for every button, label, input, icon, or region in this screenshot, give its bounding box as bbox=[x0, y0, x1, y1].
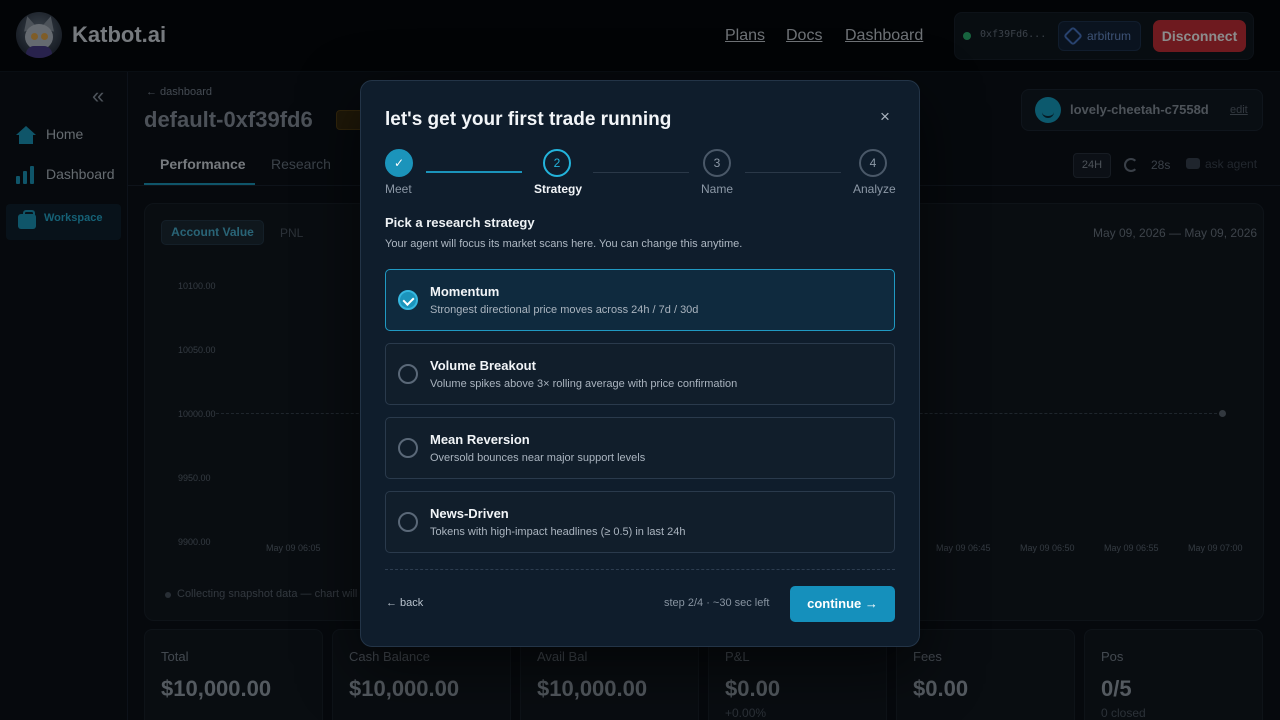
option-name: Volume Breakout bbox=[430, 358, 536, 373]
modal-divider bbox=[385, 569, 895, 570]
step-2-indicator: 2 bbox=[543, 149, 571, 177]
step-connector-done bbox=[426, 171, 522, 173]
option-description: Oversold bounces near major support leve… bbox=[430, 452, 646, 464]
step-connector bbox=[593, 172, 689, 173]
radio-unchecked-icon[interactable] bbox=[398, 438, 418, 458]
continue-button[interactable]: continue → bbox=[790, 586, 895, 622]
option-name: Mean Reversion bbox=[430, 432, 530, 447]
strategy-option-volume-breakout[interactable] bbox=[385, 343, 895, 405]
step-label-meet: Meet bbox=[385, 182, 412, 196]
step-label-name: Name bbox=[701, 182, 734, 196]
option-description: Volume spikes above 3× rolling average w… bbox=[430, 378, 738, 390]
section-title: Pick a research strategy bbox=[385, 215, 535, 230]
option-description: Tokens with high-impact headlines (≥ 0.5… bbox=[430, 526, 686, 538]
step-progress-text: step 2/4 · ~30 sec left bbox=[664, 597, 770, 609]
radio-unchecked-icon[interactable] bbox=[398, 512, 418, 532]
step-1-check-icon: ✓ bbox=[385, 149, 413, 177]
step-4-indicator: 4 bbox=[859, 149, 887, 177]
step-connector bbox=[745, 172, 841, 173]
option-description: Strongest directional price moves across… bbox=[430, 304, 699, 316]
option-name: Momentum bbox=[430, 284, 500, 299]
step-label-analyze: Analyze bbox=[853, 182, 896, 196]
modal-title: let's get your first trade running bbox=[385, 109, 672, 130]
strategy-option-news-driven[interactable] bbox=[385, 491, 895, 553]
strategy-option-momentum[interactable] bbox=[385, 269, 895, 331]
section-subtitle: Your agent will focus its market scans h… bbox=[385, 238, 743, 250]
option-name: News-Driven bbox=[430, 506, 509, 521]
step-label-strategy: Strategy bbox=[534, 182, 583, 196]
radio-checked-icon[interactable] bbox=[398, 290, 418, 310]
back-button[interactable]: ← back bbox=[386, 597, 423, 609]
close-icon[interactable]: × bbox=[876, 108, 894, 126]
radio-unchecked-icon[interactable] bbox=[398, 364, 418, 384]
step-3-indicator: 3 bbox=[703, 149, 731, 177]
strategy-option-mean-reversion[interactable] bbox=[385, 417, 895, 479]
